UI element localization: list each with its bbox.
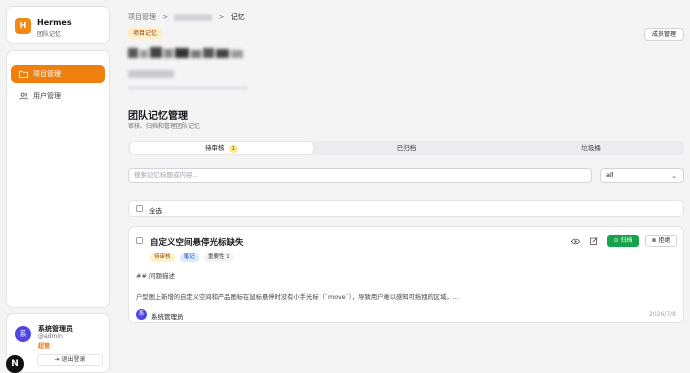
sidebar-item-projects[interactable]: 项目管理 <box>11 65 105 83</box>
sidebar: H Hermes 团队记忆 项目管理 用户管理 系 系统管理员 @admin 超… <box>6 6 110 373</box>
breadcrumb-project-redacted[interactable] <box>174 13 213 21</box>
breadcrumb-current: 记忆 <box>230 13 245 21</box>
memory-badges: 待审核 笔记 重要性 1 <box>150 252 237 262</box>
memory-checkbox[interactable] <box>136 237 143 244</box>
project-tag: 项目记忆 <box>128 28 163 39</box>
author-avatar: 系 <box>136 309 147 320</box>
avatar: 系 <box>15 326 31 342</box>
search-input[interactable] <box>128 168 592 183</box>
tab-label: 已归档 <box>396 144 417 152</box>
status-badge: 待审核 <box>150 253 175 262</box>
tab-count-badge: 1 <box>228 145 238 153</box>
user-role: 超管 <box>38 343 51 350</box>
select-all-label[interactable]: 全选 <box>149 205 162 215</box>
section-title: 团队记忆管理 <box>128 111 188 122</box>
select-all-bar: 全选 <box>128 200 684 217</box>
tab-trash[interactable]: 垃圾桶 <box>500 142 682 154</box>
breadcrumb-separator: > <box>218 13 225 21</box>
status-tabs: 待审核 1 已归档 垃圾桶 <box>128 141 684 155</box>
reject-button[interactable]: ⊗ 拒绝 <box>645 235 677 247</box>
chevron-down-icon: ⌄ <box>671 172 677 180</box>
sidebar-nav: 项目管理 用户管理 <box>6 50 110 308</box>
memory-body-text: 户型图上新增的自定义空间和产品图标在鼠标悬停时没有小手光标（`move`），导致… <box>136 294 459 301</box>
memory-card: 自定义空间悬停光标缺失 待审核 笔记 重要性 1 ⊙ 归档 ⊗ 拒绝 ## 问题… <box>128 226 684 323</box>
app-name: Hermes <box>37 18 72 27</box>
type-badge: 笔记 <box>179 253 199 262</box>
breadcrumb: 项目管理 > > 记忆 <box>128 12 245 22</box>
x-circle-icon: ⊗ <box>651 237 657 244</box>
breadcrumb-root[interactable]: 项目管理 <box>128 13 156 21</box>
edit-button[interactable] <box>588 235 600 247</box>
tab-label: 待审核 <box>205 144 225 152</box>
breadcrumb-separator: > <box>162 13 169 21</box>
brand-logo: H <box>15 18 31 34</box>
brand-card: H Hermes 团队记忆 <box>6 6 110 44</box>
archive-label: 归档 <box>620 237 633 244</box>
tab-archived[interactable]: 已归档 <box>315 142 498 154</box>
filter-select[interactable]: all ⌄ <box>600 168 684 183</box>
users-icon <box>19 92 28 100</box>
project-name-redacted <box>128 47 243 58</box>
logout-label: 退出登录 <box>61 356 86 363</box>
sidebar-item-users[interactable]: 用户管理 <box>11 87 105 105</box>
archive-button[interactable]: ⊙ 归档 <box>607 235 639 247</box>
importance-badge: 重要性 1 <box>204 253 234 262</box>
user-handle: @admin <box>38 333 63 340</box>
tab-label: 垃圾桶 <box>581 144 601 152</box>
folder-icon <box>19 70 28 78</box>
sidebar-item-label: 用户管理 <box>33 92 61 100</box>
sidebar-item-label: 项目管理 <box>33 70 61 78</box>
view-button[interactable] <box>569 235 581 247</box>
memory-date: 2026/7/8 <box>649 311 676 318</box>
select-all-checkbox[interactable] <box>136 205 143 212</box>
logout-icon: ⇥ <box>54 356 60 363</box>
check-circle-icon: ⊙ <box>613 237 619 244</box>
memory-body-heading: ## 问题描述 <box>136 272 175 280</box>
memory-title[interactable]: 自定义空间悬停光标缺失 <box>150 236 244 248</box>
logout-button[interactable]: ⇥ 退出登录 <box>37 354 103 366</box>
tab-pending[interactable]: 待审核 1 <box>130 142 313 154</box>
project-desc-redacted <box>128 86 248 90</box>
edit-icon <box>590 237 598 245</box>
project-meta-redacted <box>128 70 174 78</box>
app-subtitle: 团队记忆 <box>37 31 62 38</box>
section-subtitle: 审核、归档和管理团队记忆 <box>128 123 201 130</box>
reject-label: 拒绝 <box>658 237 671 244</box>
author-name: 系统管理员 <box>151 313 184 321</box>
filter-selected-value: all <box>606 171 614 179</box>
eye-icon <box>570 238 580 244</box>
nextjs-badge[interactable]: N <box>6 355 24 373</box>
members-button[interactable]: 成员管理 <box>644 28 684 41</box>
